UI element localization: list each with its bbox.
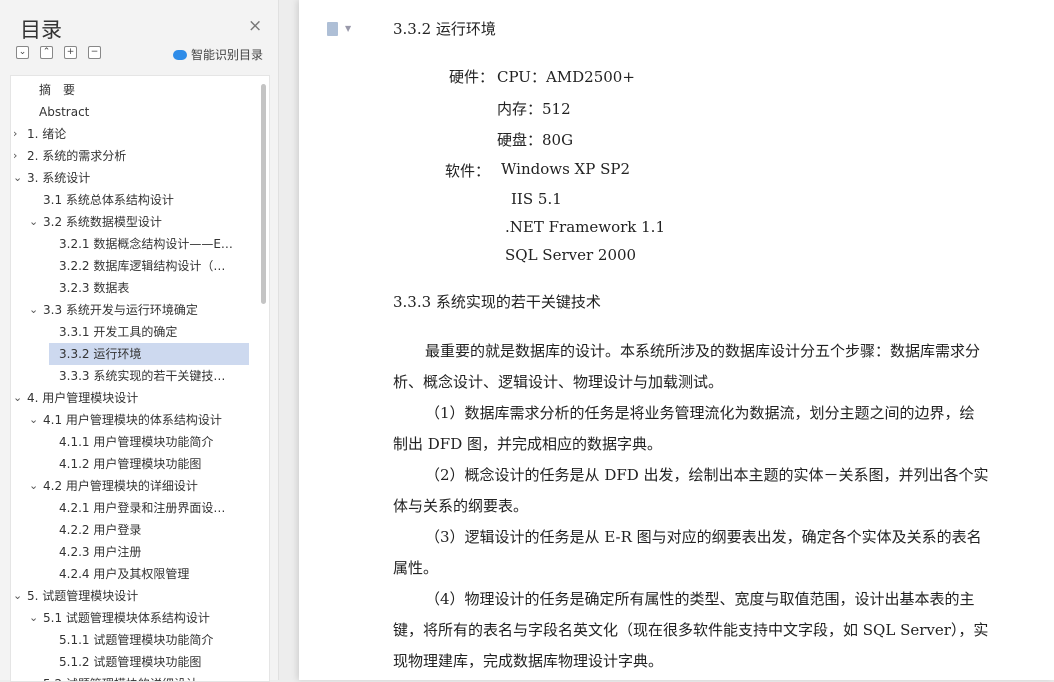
software-sql-server: SQL Server 2000 xyxy=(505,246,637,264)
toc-item[interactable]: 3.3.1 开发工具的确定 xyxy=(59,321,243,343)
toc-list: 摘 要 Abstract › 1. 绪论 › 2. 系统的需求分析 ⌄ 3. 系统设计 3.1 … xyxy=(10,75,270,682)
hardware-disk: 硬盘：80G xyxy=(497,131,574,149)
document-icon[interactable] xyxy=(327,22,338,36)
toc-toggle-icon[interactable]: ⌄ xyxy=(29,211,38,233)
section-heading-3-3-3: 3.3.3 系统实现的若干关键技术 xyxy=(393,293,601,311)
paragraph-line: （1）数据库需求分析的任务是将业务管理流化为数据流，划分主题之间的边界，绘 xyxy=(425,404,975,422)
paragraph-line: 键，将所有的表名与字段名英文化（现在很多软件能支持中文字段，如 SQL Serv… xyxy=(393,621,989,639)
toc-item[interactable]: 4.2 用户管理模块的详细设计 xyxy=(43,475,243,497)
paragraph-line: 最重要的就是数据库的设计。本系统所涉及的数据库设计分五个步骤：数据库需求分 xyxy=(425,342,981,360)
software-os: Windows XP SP2 xyxy=(501,160,631,178)
toc-item[interactable]: 5. 试题管理模块设计 xyxy=(27,585,243,607)
section-heading-3-3-2: 3.3.2 运行环境 xyxy=(393,20,496,38)
toc-toggle-icon[interactable]: ⌄ xyxy=(29,299,38,321)
toc-item[interactable]: 3. 系统设计 xyxy=(27,167,243,189)
toc-item[interactable]: 3.2.1 数据概念结构设计——E… xyxy=(59,233,243,255)
paragraph-line: 现物理建库，完成数据库物理设计字典。 xyxy=(393,652,664,670)
toc-toggle-icon[interactable]: ⌄ xyxy=(29,409,38,431)
toc-toggle-icon[interactable]: ⌄ xyxy=(29,673,38,681)
toc-item[interactable]: Abstract xyxy=(39,101,243,123)
toc-item[interactable]: 1. 绪论 xyxy=(27,123,243,145)
software-iis: IIS 5.1 xyxy=(511,190,562,208)
cloud-icon xyxy=(173,50,187,60)
paragraph-line: 属性。 xyxy=(393,559,439,577)
toc-item[interactable]: 3.2 系统数据模型设计 xyxy=(43,211,243,233)
toc-item[interactable]: 摘 要 xyxy=(39,79,243,101)
toc-toggle-icon[interactable]: ⌄ xyxy=(13,585,22,607)
toc-item[interactable]: 5.1 试题管理模块体系结构设计 xyxy=(43,607,243,629)
close-icon[interactable]: × xyxy=(248,16,262,36)
hardware-cpu: CPU：AMD2500+ xyxy=(497,68,635,86)
toc-item[interactable]: 3.3 系统开发与运行环境确定 xyxy=(43,299,243,321)
toc-item[interactable]: 3.3.3 系统实现的若干关键技… xyxy=(59,365,243,387)
toc-title: 目录 xyxy=(20,18,62,42)
toc-item[interactable]: 2. 系统的需求分析 xyxy=(27,145,243,167)
add-entry-icon[interactable]: + xyxy=(64,46,77,59)
document-page: ▼ 3.3.2 运行环境 硬件： CPU：AMD2500+ 内存：512 硬盘：… xyxy=(299,0,1054,680)
smart-toc-label: 智能识别目录 xyxy=(191,48,264,62)
toc-item[interactable]: 4. 用户管理模块设计 xyxy=(27,387,243,409)
paragraph-line: 制出 DFD 图，并完成相应的数据字典。 xyxy=(393,435,662,453)
chevron-down-icon[interactable]: ▼ xyxy=(345,24,351,33)
paragraph-line: （2）概念设计的任务是从 DFD 出发，绘制出本主题的实体－关系图，并列出各个实 xyxy=(425,466,989,484)
toc-item[interactable]: 3.3.2 运行环境 xyxy=(49,343,249,365)
software-dotnet: .NET Framework 1.1 xyxy=(505,218,665,236)
toc-item[interactable]: 5.1.1 试题管理模块功能简介 xyxy=(59,629,243,651)
toc-item[interactable]: 5.2 试题管理模块的详细设计 xyxy=(43,673,243,681)
paragraph-line: （3）逻辑设计的任务是从 E-R 图与对应的纲要表出发，确定各个实体及关系的表名 xyxy=(425,528,982,546)
expand-all-icon[interactable]: ⌄ xyxy=(16,46,29,59)
toc-item[interactable]: 4.1 用户管理模块的体系结构设计 xyxy=(43,409,243,431)
toc-item[interactable]: 5.1.2 试题管理模块功能图 xyxy=(59,651,243,673)
toc-item[interactable]: 4.2.3 用户注册 xyxy=(59,541,243,563)
paragraph-line: 析、概念设计、逻辑设计、物理设计与加载测试。 xyxy=(393,373,724,391)
software-label: 软件： xyxy=(445,162,491,180)
toc-scrollbar[interactable] xyxy=(261,84,266,304)
paragraph-line: 体与关系的纲要表。 xyxy=(393,497,529,515)
smart-toc-button[interactable]: 智能识别目录 xyxy=(173,46,263,63)
toc-toggle-icon[interactable]: › xyxy=(13,145,17,167)
toc-toggle-icon[interactable]: ⌄ xyxy=(29,475,38,497)
toc-item[interactable]: 3.1 系统总体系结构设计 xyxy=(43,189,243,211)
hardware-label: 硬件： xyxy=(449,68,495,86)
toc-item[interactable]: 4.2.2 用户登录 xyxy=(59,519,243,541)
paragraph-line: （4）物理设计的任务是确定所有属性的类型、宽度与取值范围，设计出基本表的主 xyxy=(425,590,975,608)
toc-toggle-icon[interactable]: › xyxy=(13,123,17,145)
toc-item[interactable]: 4.1.1 用户管理模块功能简介 xyxy=(59,431,243,453)
toc-toggle-icon[interactable]: ⌄ xyxy=(13,387,22,409)
toc-item[interactable]: 3.2.2 数据库逻辑结构设计（… xyxy=(59,255,243,277)
toc-item[interactable]: 4.1.2 用户管理模块功能图 xyxy=(59,453,243,475)
toc-toggle-icon[interactable]: ⌄ xyxy=(13,167,22,189)
toc-sidebar: 目录 × ⌄ ⌃ + − 智能识别目录 摘 要 Abstract › 1. 绪论 › 2.… xyxy=(0,0,279,682)
remove-entry-icon[interactable]: − xyxy=(88,46,101,59)
toc-toggle-icon[interactable]: ⌄ xyxy=(29,607,38,629)
toc-item[interactable]: 4.2.1 用户登录和注册界面设… xyxy=(59,497,243,519)
hardware-memory: 内存：512 xyxy=(497,100,571,118)
toc-item[interactable]: 3.2.3 数据表 xyxy=(59,277,243,299)
toc-item[interactable]: 4.2.4 用户及其权限管理 xyxy=(59,563,243,585)
collapse-all-icon[interactable]: ⌃ xyxy=(40,46,53,59)
